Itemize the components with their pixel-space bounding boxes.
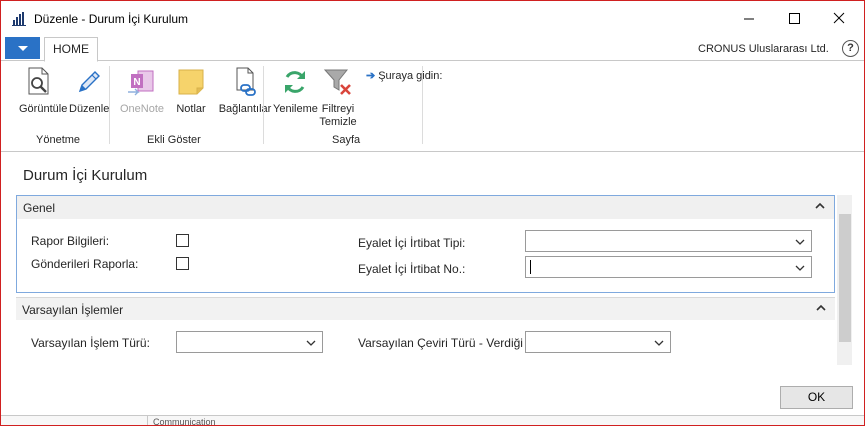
- group-separator: [109, 66, 110, 144]
- eyalet-no-dropdown[interactable]: [525, 256, 812, 278]
- rapor-bilgileri-label: Rapor Bilgileri:: [31, 234, 110, 248]
- group-label-ekli: Ekli Göster: [147, 134, 201, 146]
- section-title-genel: Genel: [23, 201, 56, 215]
- tab-home[interactable]: HOME: [44, 37, 98, 62]
- window-title: Düzenle - Durum İçi Kurulum: [34, 12, 189, 26]
- rapor-bilgileri-checkbox[interactable]: [176, 234, 189, 247]
- clear-filter-button[interactable]: Filtreyi Temizle: [317, 66, 359, 128]
- refresh-label: Yenileme: [273, 103, 318, 115]
- refresh-icon: [285, 71, 305, 93]
- scrollbar-thumb[interactable]: [839, 214, 851, 342]
- refresh-button[interactable]: Yenileme: [273, 66, 318, 115]
- application-menu-button[interactable]: [5, 37, 40, 59]
- chevron-up-icon: [816, 304, 826, 311]
- close-icon: [833, 12, 845, 24]
- group-separator: [263, 66, 264, 144]
- islem-turu-label: Varsayılan İşlem Türü:: [31, 336, 150, 350]
- company-name[interactable]: CRONUS Uluslararası Ltd.: [698, 43, 829, 55]
- dropdown-arrow-icon: [18, 46, 28, 51]
- clear-filter-label-1: Filtreyi: [321, 103, 355, 115]
- notes-label: Notlar: [176, 103, 206, 115]
- onenote-button[interactable]: N OneNote: [116, 66, 168, 115]
- gonderileri-raporla-label: Gönderileri Raporla:: [31, 257, 139, 271]
- chevron-down-icon: [795, 239, 805, 245]
- help-icon[interactable]: ?: [842, 40, 859, 57]
- arrow-right-icon: ➔: [366, 70, 376, 82]
- view-button[interactable]: Görüntüle: [19, 66, 68, 115]
- ceviri-turu-dropdown[interactable]: [525, 331, 671, 353]
- onenote-label: OneNote: [119, 103, 165, 115]
- chevron-down-icon: [306, 340, 316, 346]
- group-label-yonetme: Yönetme: [36, 134, 81, 146]
- view-icon: [28, 67, 49, 95]
- maximize-icon: [789, 13, 800, 24]
- edit-button[interactable]: Düzenle: [69, 66, 109, 115]
- goto-menu[interactable]: ➔ Şuraya gidin:: [366, 69, 442, 82]
- section-header-varsayilan[interactable]: Varsayılan İşlemler: [16, 297, 835, 320]
- links-label: Bağlantılar: [218, 103, 272, 115]
- eyalet-tipi-dropdown[interactable]: [525, 230, 812, 252]
- chevron-down-icon: [795, 265, 805, 271]
- edit-label: Düzenle: [69, 103, 110, 115]
- ribbon-tab-row: HOME CRONUS Uluslararası Ltd. ?: [1, 37, 864, 62]
- background-window-strip: Communication: [1, 415, 864, 426]
- eyalet-no-label: Eyalet İçi İrtibat No.:: [358, 262, 466, 276]
- view-label: Görüntüle: [19, 103, 68, 115]
- eyalet-tipi-label: Eyalet İçi İrtibat Tipi:: [358, 236, 466, 250]
- section-header-genel[interactable]: Genel: [17, 196, 834, 219]
- close-button[interactable]: [817, 7, 861, 31]
- svg-text:N: N: [133, 77, 140, 88]
- app-icon: [12, 11, 27, 26]
- text-cursor: [530, 260, 531, 274]
- page-title: Durum İçi Kurulum: [23, 167, 148, 184]
- section-title-varsayilan: Varsayılan İşlemler: [22, 303, 124, 317]
- title-bar[interactable]: Düzenle - Durum İçi Kurulum: [1, 1, 864, 35]
- pencil-icon: [78, 71, 100, 93]
- goto-label: Şuraya gidin:: [378, 70, 443, 82]
- maximize-button[interactable]: [772, 7, 816, 31]
- background-tab-label: Communication: [153, 417, 216, 426]
- chevron-down-icon: [654, 340, 664, 346]
- divider: [147, 416, 148, 426]
- group-separator: [422, 66, 423, 144]
- minimize-icon: [744, 18, 754, 20]
- clear-filter-label-2: Temizle: [319, 116, 357, 128]
- notes-button[interactable]: Notlar: [173, 66, 209, 115]
- islem-turu-dropdown[interactable]: [176, 331, 323, 353]
- gonderileri-raporla-checkbox[interactable]: [176, 257, 189, 270]
- onenote-icon: N: [128, 70, 154, 96]
- links-button[interactable]: Bağlantılar: [217, 66, 273, 115]
- chevron-up-icon: [815, 202, 825, 209]
- link-icon: [236, 67, 256, 96]
- ok-button[interactable]: OK: [780, 386, 853, 409]
- clear-filter-icon: [323, 69, 351, 95]
- sticky-note-icon: [178, 69, 204, 95]
- dialog-window: Düzenle - Durum İçi Kurulum HOME CRONUS …: [0, 0, 865, 426]
- group-label-sayfa: Sayfa: [332, 134, 361, 146]
- ribbon: Görüntüle Düzenle N OneNote Notlar Bağla…: [1, 62, 864, 152]
- minimize-button[interactable]: [727, 7, 771, 31]
